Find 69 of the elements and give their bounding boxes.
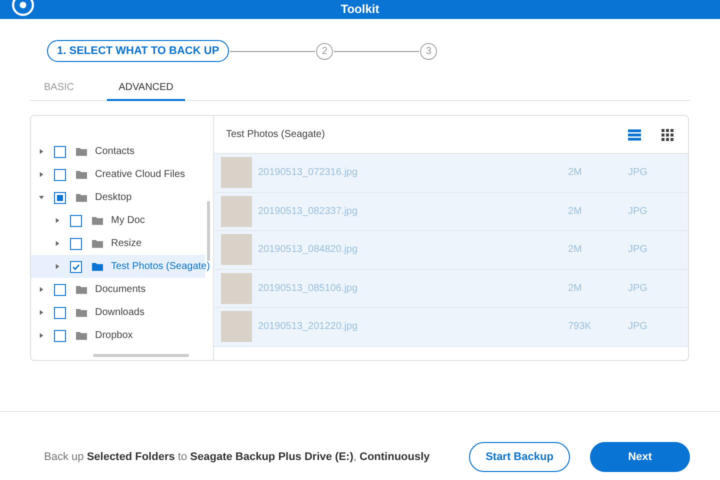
folder-tree-item[interactable]: Contacts bbox=[31, 140, 205, 163]
window-title: Toolkit bbox=[340, 3, 380, 15]
checkbox[interactable] bbox=[54, 330, 66, 342]
folder-icon bbox=[76, 147, 87, 156]
file-size: 2M bbox=[568, 167, 583, 178]
folder-icon bbox=[92, 216, 103, 225]
photo-placeholder bbox=[221, 196, 252, 227]
grid-view-icon[interactable] bbox=[661, 128, 674, 140]
folder-icon bbox=[76, 331, 87, 340]
step-indicator: 3 bbox=[420, 42, 438, 60]
folder-icon bbox=[92, 239, 103, 248]
folder-tree-item[interactable]: Desktop bbox=[31, 186, 205, 209]
checkbox[interactable] bbox=[54, 306, 66, 318]
partial-checkbox[interactable] bbox=[54, 192, 66, 204]
folder-tree-item[interactable]: Documents bbox=[31, 278, 205, 301]
photo-placeholder bbox=[221, 311, 252, 342]
folder-icon bbox=[76, 193, 87, 202]
folder-name: Contacts bbox=[95, 146, 134, 157]
checkbox[interactable] bbox=[70, 260, 82, 272]
folder-title: Test Photos (Seagate) bbox=[226, 129, 326, 140]
checkbox[interactable] bbox=[54, 146, 66, 158]
backup-summary: Back up Selected Folders to Seagate Backup Plus Drive (E:), Continuously bbox=[44, 451, 431, 463]
list-view-icon[interactable] bbox=[628, 128, 641, 140]
file-type: JPG bbox=[628, 321, 648, 332]
folder-icon bbox=[76, 170, 87, 179]
photo-placeholder bbox=[221, 157, 252, 188]
file-name: 20190513_082337.jpg bbox=[258, 206, 359, 217]
logo-icon bbox=[12, 0, 34, 16]
folder-name: My Doc bbox=[111, 215, 145, 226]
checkbox[interactable] bbox=[70, 214, 82, 226]
file-name: 20190513_084820.jpg bbox=[258, 244, 359, 256]
file-type: JPG bbox=[628, 167, 648, 178]
checkbox[interactable] bbox=[54, 284, 66, 296]
folder-tree-item[interactable]: Dropbox bbox=[31, 324, 205, 347]
folder-name: Creative Cloud Files bbox=[95, 169, 186, 180]
scrollbar[interactable] bbox=[207, 201, 210, 261]
file-size: 2M bbox=[568, 244, 583, 256]
start-backup-button[interactable]: Start Backup bbox=[469, 442, 570, 472]
file-name: 20190513_072316.jpg bbox=[258, 167, 359, 178]
file-type: JPG bbox=[628, 206, 648, 217]
checkbox[interactable] bbox=[70, 238, 82, 250]
file-size: 2M bbox=[568, 282, 583, 294]
folder-tree-item[interactable]: Resize bbox=[31, 232, 205, 255]
folder-tree-item[interactable]: My Doc bbox=[31, 209, 205, 232]
folder-name: Resize bbox=[111, 238, 142, 249]
folder-tree-item[interactable]: Downloads bbox=[31, 301, 205, 324]
file-type: JPG bbox=[628, 282, 648, 294]
step-indicator: 1. SELECT WHAT TO BACK UP bbox=[47, 40, 230, 62]
folder-icon bbox=[76, 308, 87, 317]
next-button[interactable]: Next bbox=[590, 442, 690, 472]
folder-name: Documents bbox=[95, 284, 146, 295]
file-type: JPG bbox=[628, 244, 648, 256]
file-name: 20190513_085106.jpg bbox=[258, 282, 359, 294]
checkbox[interactable] bbox=[54, 168, 66, 180]
folder-name: Test Photos (Seagate) bbox=[111, 261, 210, 272]
folder-name: Downloads bbox=[95, 307, 144, 318]
tab[interactable]: ADVANCED bbox=[107, 76, 185, 101]
folder-tree-item[interactable]: Creative Cloud Files bbox=[31, 163, 205, 186]
folder-icon bbox=[92, 262, 103, 271]
photo-placeholder bbox=[221, 272, 252, 304]
step-indicator: 2 bbox=[316, 42, 334, 60]
scrollbar[interactable] bbox=[93, 354, 189, 357]
file-size: 793K bbox=[568, 321, 592, 332]
folder-icon bbox=[76, 285, 87, 294]
file-size: 2M bbox=[568, 206, 583, 217]
folder-name: Dropbox bbox=[95, 330, 133, 341]
folder-name: Desktop bbox=[95, 192, 132, 203]
file-name: 20190513_201220.jpg bbox=[258, 321, 359, 332]
photo-placeholder bbox=[221, 234, 252, 266]
